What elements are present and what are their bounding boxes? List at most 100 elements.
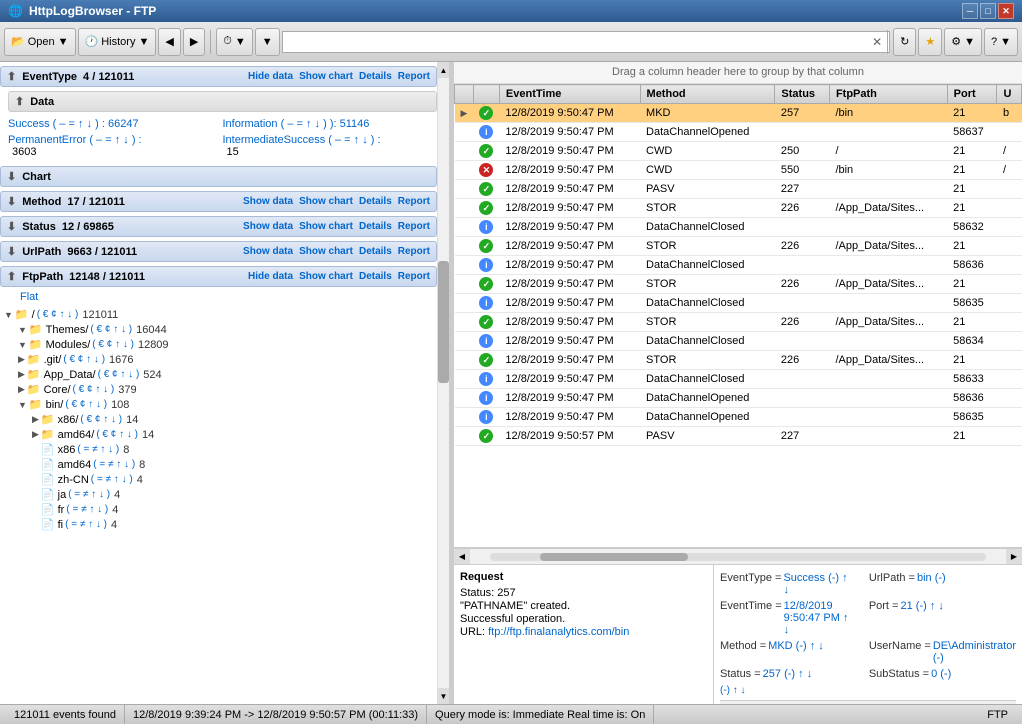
tree-node-name[interactable]: Core/ xyxy=(44,384,71,396)
information-link[interactable]: Information xyxy=(223,118,278,130)
cell-expand[interactable] xyxy=(455,256,474,275)
table-row[interactable]: ✓ 12/8/2019 9:50:47 PM CWD 250 / 21 / xyxy=(455,142,1022,161)
tree-item[interactable]: ▶📁.git/ ( € ¢ ↑ ↓ ) 1676 xyxy=(4,352,433,367)
back-button[interactable]: ◀ xyxy=(158,28,180,56)
tree-item[interactable]: ▶📄amd64 ( = ≠ ↑ ↓ ) 8 xyxy=(4,457,433,472)
tree-expand-arrow[interactable]: ▶ xyxy=(18,369,25,380)
urlpath-toggle[interactable]: ⬇ xyxy=(7,245,16,258)
refresh-button[interactable]: ↻ xyxy=(893,28,916,56)
permanent-error-link[interactable]: PermanentError xyxy=(8,134,86,146)
eventtype-details-link[interactable]: Success xyxy=(783,572,825,584)
cell-expand[interactable] xyxy=(455,237,474,256)
table-row[interactable]: i 12/8/2019 9:50:47 PM DataChannelOpened… xyxy=(455,389,1022,408)
information-label[interactable]: Information ( – = ↑ ↓ ) ): 51146 xyxy=(223,118,430,130)
tree-node-name[interactable]: .git/ xyxy=(44,354,62,366)
tree-node-controls[interactable]: ( € ¢ ↑ ↓ ) xyxy=(65,399,107,410)
cell-expand[interactable] xyxy=(455,370,474,389)
tree-item[interactable]: ▶📁App_Data/ ( € ¢ ↑ ↓ ) 524 xyxy=(4,367,433,382)
hscroll-thumb[interactable] xyxy=(540,553,689,561)
table-row[interactable]: ✕ 12/8/2019 9:50:47 PM CWD 550 /bin 21 / xyxy=(455,161,1022,180)
intermediate-success-label[interactable]: IntermediateSuccess ( – = ↑ ↓ ) : xyxy=(223,134,430,146)
tools-button[interactable]: ⚙ ▼ xyxy=(944,28,982,56)
table-row[interactable]: i 12/8/2019 9:50:47 PM DataChannelOpened… xyxy=(455,408,1022,427)
minimize-button[interactable]: ─ xyxy=(962,3,978,19)
details-hscroll[interactable]: ◀ ▶ xyxy=(720,700,1016,704)
table-row[interactable]: i 12/8/2019 9:50:47 PM DataChannelClosed… xyxy=(455,370,1022,389)
search-clear-icon[interactable]: ✕ xyxy=(872,35,882,49)
hscroll-bar[interactable]: ◀ ▶ xyxy=(454,548,1022,564)
maximize-button[interactable]: □ xyxy=(980,3,996,19)
tree-node-controls[interactable]: ( = ≠ ↑ ↓ ) xyxy=(93,459,135,470)
intermediate-success-link[interactable]: IntermediateSuccess xyxy=(223,134,326,146)
tree-item[interactable]: ▶📁amd64/ ( € ¢ ↑ ↓ ) 14 xyxy=(4,427,433,442)
substatus-details-link[interactable]: 0 xyxy=(931,668,937,680)
method-details-link[interactable]: MKD xyxy=(768,640,792,652)
tree-expand-arrow[interactable]: ▼ xyxy=(18,325,27,335)
tree-node-name[interactable]: Modules/ xyxy=(46,339,91,351)
star-button[interactable]: ★ xyxy=(918,28,942,56)
cell-expand[interactable] xyxy=(455,275,474,294)
table-row[interactable]: i 12/8/2019 9:50:47 PM DataChannelClosed… xyxy=(455,256,1022,275)
table-row[interactable]: i 12/8/2019 9:50:47 PM DataChannelClosed… xyxy=(455,332,1022,351)
tree-expand-arrow[interactable]: ▶ xyxy=(32,414,39,425)
tree-expand-arrow[interactable]: ▼ xyxy=(4,310,13,320)
table-row[interactable]: ✓ 12/8/2019 9:50:47 PM STOR 226 /App_Dat… xyxy=(455,313,1022,332)
eventtype-report[interactable]: Report xyxy=(398,71,430,82)
port-details-link[interactable]: 21 xyxy=(900,600,912,612)
ftppath-details[interactable]: Details xyxy=(359,271,392,282)
data-table-wrapper[interactable]: EventTime Method Status FtpPath Port U ▶… xyxy=(454,84,1022,548)
cell-expand[interactable] xyxy=(455,313,474,332)
row-expand-arrow[interactable]: ▶ xyxy=(461,108,468,118)
tree-node-name[interactable]: x86/ xyxy=(58,414,79,426)
tree-item[interactable]: ▼📁Modules/ ( € ¢ ↑ ↓ ) 12809 xyxy=(4,337,433,352)
hscroll-right-btn[interactable]: ▶ xyxy=(1006,549,1022,565)
cell-expand[interactable] xyxy=(455,351,474,370)
tree-node-controls[interactable]: ( = ≠ ↑ ↓ ) xyxy=(68,489,110,500)
eventtype-details[interactable]: Details xyxy=(359,71,392,82)
help-button[interactable]: ? ▼ xyxy=(984,28,1018,56)
tree-node-name[interactable]: Themes/ xyxy=(46,324,89,336)
eventtype-hide-data[interactable]: Hide data xyxy=(248,71,293,82)
status-toggle[interactable]: ⬇ xyxy=(7,220,16,233)
method-show-data[interactable]: Show data xyxy=(243,196,293,207)
tree-node-name[interactable]: fi xyxy=(58,519,64,531)
tree-node-controls[interactable]: ( € ¢ ↑ ↓ ) xyxy=(92,339,134,350)
tree-item[interactable]: ▶📁Core/ ( € ¢ ↑ ↓ ) 379 xyxy=(4,382,433,397)
tree-expand-arrow[interactable]: ▶ xyxy=(32,429,39,440)
tree-node-name[interactable]: ja xyxy=(58,489,67,501)
search-input[interactable] xyxy=(282,31,890,53)
tree-item[interactable]: ▼📁/ ( € ¢ ↑ ↓ ) 121011 xyxy=(4,307,433,322)
ftppath-hide-data[interactable]: Hide data xyxy=(248,271,293,282)
tree-node-controls[interactable]: ( € ¢ ↑ ↓ ) xyxy=(73,384,115,395)
tree-node-name[interactable]: App_Data/ xyxy=(44,369,96,381)
method-toggle[interactable]: ⬇ xyxy=(7,195,16,208)
col-event-time[interactable]: EventTime xyxy=(499,85,640,104)
tree-item[interactable]: ▶📄x86 ( = ≠ ↑ ↓ ) 8 xyxy=(4,442,433,457)
status-details[interactable]: Details xyxy=(359,221,392,232)
cell-expand[interactable] xyxy=(455,142,474,161)
table-row[interactable]: ✓ 12/8/2019 9:50:47 PM STOR 226 /App_Dat… xyxy=(455,351,1022,370)
status-details-link[interactable]: 257 xyxy=(763,668,781,680)
tree-node-name[interactable]: bin/ xyxy=(46,399,64,411)
tree-item[interactable]: ▼📁Themes/ ( € ¢ ↑ ↓ ) 16044 xyxy=(4,322,433,337)
tree-node-name[interactable]: / xyxy=(32,309,35,321)
table-row[interactable]: i 12/8/2019 9:50:47 PM DataChannelClosed… xyxy=(455,294,1022,313)
chart-toggle[interactable]: ⬇ xyxy=(7,170,16,183)
tree-item[interactable]: ▶📁x86/ ( € ¢ ↑ ↓ ) 14 xyxy=(4,412,433,427)
urlpath-details-link[interactable]: bin xyxy=(917,572,932,584)
tree-node-controls[interactable]: ( € ¢ ↑ ↓ ) xyxy=(90,324,132,335)
hscroll-left-btn[interactable]: ◀ xyxy=(454,549,470,565)
ftppath-show-chart[interactable]: Show chart xyxy=(299,271,353,282)
tree-node-controls[interactable]: ( € ¢ ↑ ↓ ) xyxy=(98,369,140,380)
eventtype-toggle[interactable]: ⬆ xyxy=(7,70,16,83)
table-row[interactable]: ✓ 12/8/2019 9:50:47 PM STOR 226 /App_Dat… xyxy=(455,199,1022,218)
data-toggle[interactable]: ⬆ xyxy=(15,95,24,108)
tree-expand-arrow[interactable]: ▼ xyxy=(18,400,27,410)
method-show-chart[interactable]: Show chart xyxy=(299,196,353,207)
tree-node-name[interactable]: zh-CN xyxy=(58,474,89,486)
tree-item[interactable]: ▶📄fr ( = ≠ ↑ ↓ ) 4 xyxy=(4,502,433,517)
tree-item[interactable]: ▶📄fi ( = ≠ ↑ ↓ ) 4 xyxy=(4,517,433,532)
open-button[interactable]: 📂 Open ▼ xyxy=(4,28,76,56)
eventtime-details-link[interactable]: 12/8/2019 9:50:47 PM xyxy=(784,600,840,624)
scroll-down-btn[interactable]: ▼ xyxy=(438,688,449,704)
